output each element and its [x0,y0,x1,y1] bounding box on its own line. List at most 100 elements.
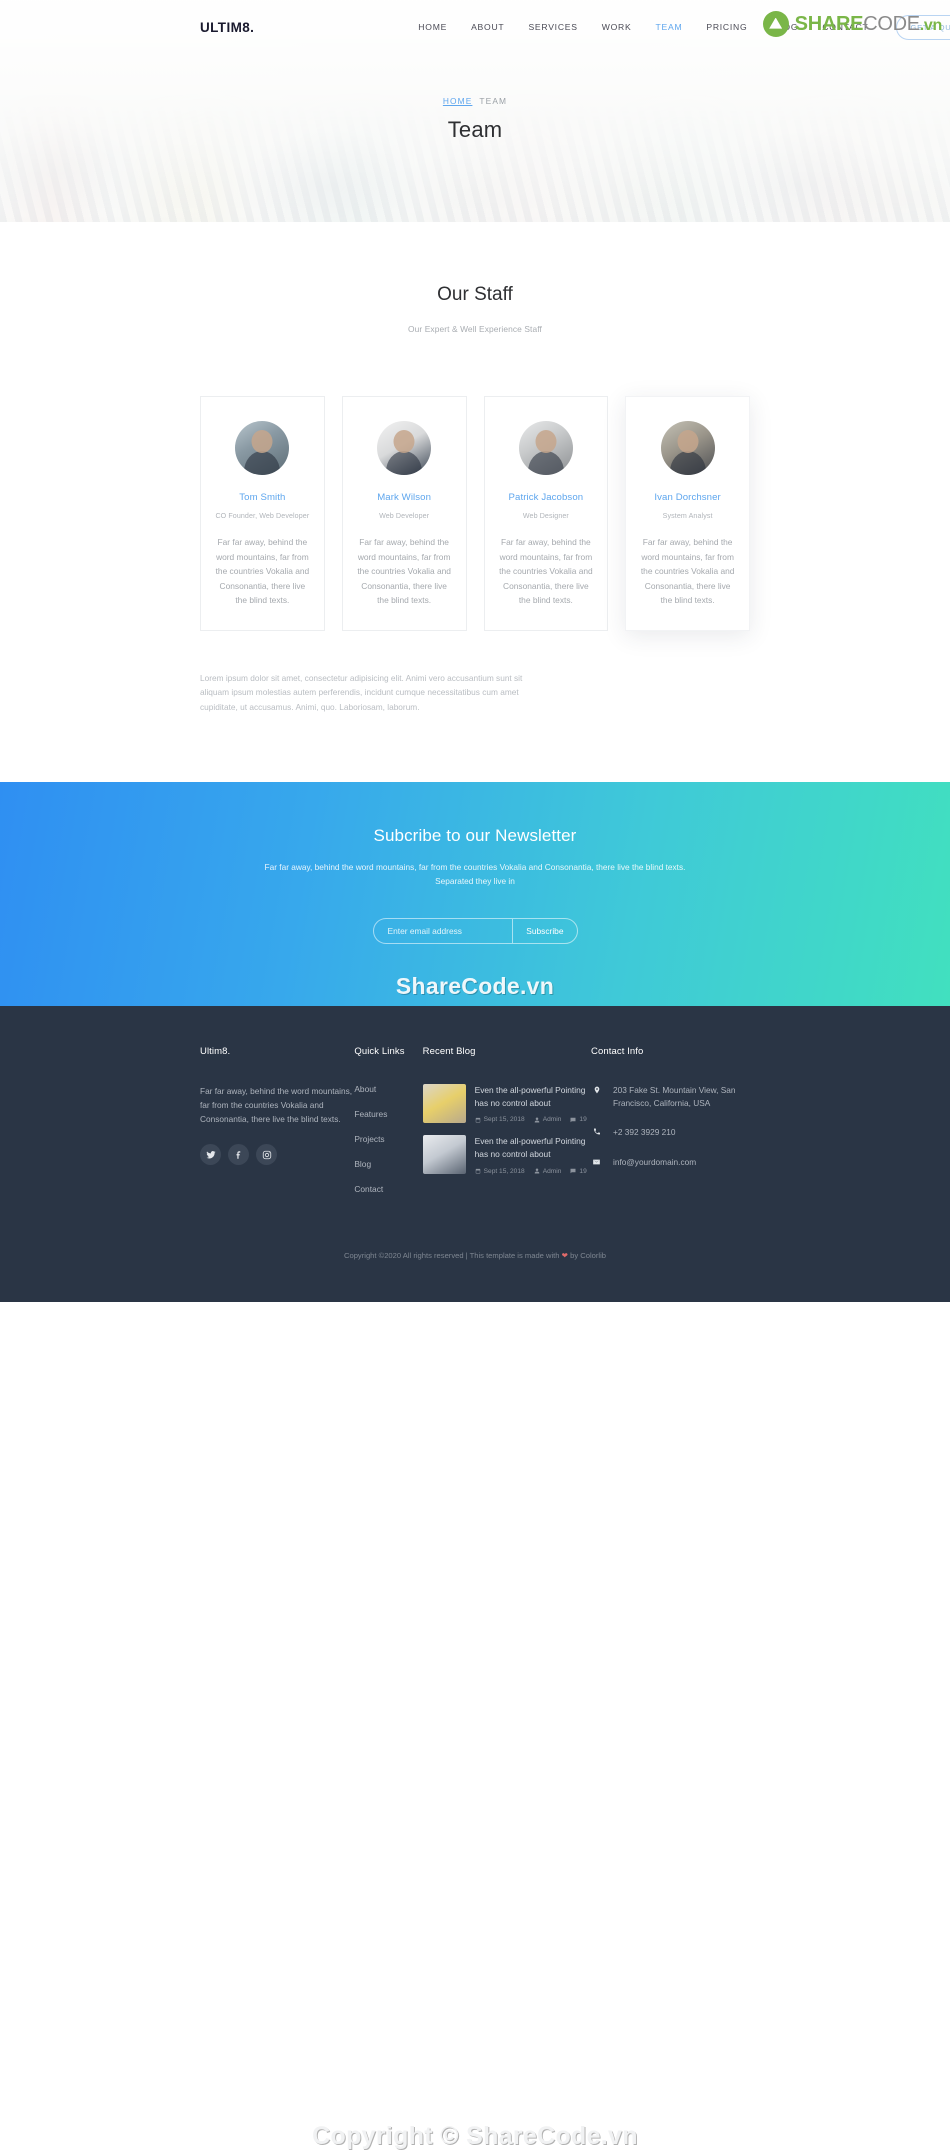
footer-columns: Ultim8. Far far away, behind the word mo… [0,1046,950,1209]
sharecode-watermark-newsletter: ShareCode.vn [395,973,555,1000]
blog-thumbnail-image [422,1135,466,1175]
blog-author: Admin [534,1168,561,1175]
contact-email-row: info@yourdomain.com [591,1156,750,1170]
blog-thumbnail-image [422,1084,466,1124]
newsletter-title: Subcribe to our Newsletter [373,826,577,846]
calendar-icon [475,1168,480,1174]
newsletter-section: Subcribe to our Newsletter Far far away,… [0,782,950,1007]
member-bio: Far far away, behind the word mountains,… [499,537,593,606]
hero-banner: SHARECODE.vn ULTIM8. HOME ABOUT SERVICES… [0,0,950,222]
avatar [660,421,715,475]
footer-brand-column: Ultim8. Far far away, behind the word mo… [200,1046,354,1209]
member-name[interactable]: Ivan Dorchsner [638,492,737,503]
our-staff-section: Our Staff Our Expert & Well Experience S… [0,222,950,783]
copyright-suffix: by Colorlib [568,1251,606,1261]
quick-link-contact[interactable]: Contact [354,1184,422,1194]
user-icon [534,1168,539,1174]
contact-address-text: 203 Fake St. Mountain View, San Francisc… [613,1085,736,1109]
nav-item-about[interactable]: ABOUT [459,22,516,32]
blog-list-item[interactable]: Even the all-powerful Pointing has no co… [422,1135,591,1175]
newsletter-subtitle: Far far away, behind the word mountains,… [264,862,686,887]
blog-item-body: Even the all-powerful Pointing has no co… [475,1084,591,1123]
envelope-icon [591,1156,602,1170]
staff-title: Our Staff [437,284,513,305]
sharecode-watermark-footer: Copyright © ShareCode.vn [312,2122,638,2151]
newsletter-form: Subscribe [0,918,950,945]
staff-lorem-paragraph: Lorem ipsum dolor sit amet, consectetur … [200,672,523,712]
site-footer: Ultim8. Far far away, behind the word mo… [0,1006,950,2150]
quick-link-blog[interactable]: Blog [354,1159,422,1169]
user-icon [534,1117,539,1123]
sharecode-logo-text: SHARECODE.vn [794,12,943,36]
phone-icon [591,1126,602,1140]
staff-subtitle: Our Expert & Well Experience Staff [408,324,542,334]
quick-link-features[interactable]: Features [354,1109,422,1119]
nav-item-services[interactable]: SERVICES [516,22,589,32]
sharecode-watermark-logo: SHARECODE.vn [762,11,943,37]
blog-date: Sept 15, 2018 [475,1116,525,1123]
breadcrumb: HOME TEAM [0,96,950,106]
member-role: Web Designer [522,512,569,520]
blog-list-item[interactable]: Even the all-powerful Pointing has no co… [422,1084,591,1124]
blog-post-title[interactable]: Even the all-powerful Pointing has no co… [475,1084,591,1109]
staff-heading-block: Our Staff Our Expert & Well Experience S… [0,284,950,334]
breadcrumb-current: TEAM [479,96,508,106]
map-pin-icon [591,1084,602,1110]
footer-quick-links-column: Quick Links About Features Projects Blog… [354,1046,422,1209]
contact-address-row: 203 Fake St. Mountain View, San Francisc… [591,1084,750,1110]
instagram-icon[interactable] [256,1144,277,1166]
contact-phone-row: +2 392 3929 210 [591,1126,750,1140]
quick-link-projects[interactable]: Projects [354,1134,422,1144]
member-role: Web Developer [379,512,430,520]
footer-recent-blog-column: Recent Blog Even the all-powerful Pointi… [422,1046,591,1209]
member-name[interactable]: Patrick Jacobson [497,492,596,503]
staff-card[interactable]: Tom Smith CO Founder, Web Developer Far … [200,396,325,631]
blog-post-meta: Sept 15, 2018 Admin 19 [475,1168,591,1175]
hero-content: HOME TEAM Team [0,54,950,143]
newsletter-field-group: Subscribe [372,918,578,945]
contact-phone-text[interactable]: +2 392 3929 210 [613,1126,676,1140]
facebook-icon[interactable] [228,1144,249,1166]
breadcrumb-home-link[interactable]: HOME [443,96,473,106]
sharecode-recycle-icon [762,11,789,37]
member-name[interactable]: Tom Smith [213,492,312,503]
nav-item-team[interactable]: TEAM [643,22,694,32]
blog-author: Admin [534,1116,561,1123]
member-name[interactable]: Mark Wilson [355,492,454,503]
nav-item-work[interactable]: WORK [590,22,644,32]
copyright-prefix: Copyright ©2020 All rights reserved | Th… [344,1251,562,1261]
member-bio: Far far away, behind the word mountains,… [215,537,310,606]
blog-post-title[interactable]: Even the all-powerful Pointing has no co… [475,1135,591,1160]
contact-info-title: Contact Info [591,1046,644,1058]
member-role: CO Founder, Web Developer [215,512,310,520]
page-title: Team [447,117,503,142]
member-role: System Analyst [662,512,713,520]
member-bio: Far far away, behind the word mountains,… [640,537,735,606]
quick-link-about[interactable]: About [354,1084,422,1094]
blog-post-meta: Sept 15, 2018 Admin 19 [475,1116,591,1123]
recent-blog-title: Recent Blog [422,1046,476,1058]
subscribe-button[interactable]: Subscribe [512,919,576,944]
blog-item-body: Even the all-powerful Pointing has no co… [475,1135,591,1174]
footer-copyright: Copyright ©2020 All rights reserved | Th… [0,1251,950,1302]
avatar [377,421,432,475]
footer-contact-column: Contact Info 203 Fake St. Mountain View,… [591,1046,750,1209]
staff-card[interactable]: Mark Wilson Web Developer Far far away, … [341,396,467,631]
social-links [200,1144,354,1166]
nav-item-home[interactable]: HOME [406,22,459,32]
logo-vn-text: .vn [919,16,943,34]
contact-email-text[interactable]: info@yourdomain.com [613,1156,696,1170]
nav-item-pricing[interactable]: PRICING [694,22,759,32]
footer-brand-title: Ultim8. [200,1046,231,1058]
logo-code-text: CODE [863,12,920,35]
staff-card[interactable]: Patrick Jacobson Web Designer Far far aw… [483,396,609,631]
blog-comments: 19 [570,1168,587,1175]
comment-icon [570,1168,576,1174]
staff-card[interactable]: Ivan Dorchsner System Analyst Far far aw… [625,396,750,631]
email-input[interactable] [373,919,513,944]
footer-brand-text: Far far away, behind the word mountains,… [200,1086,353,1125]
site-brand[interactable]: ULTIM8. [200,20,254,35]
twitter-icon[interactable] [200,1144,221,1166]
logo-share-text: SHARE [794,12,864,35]
